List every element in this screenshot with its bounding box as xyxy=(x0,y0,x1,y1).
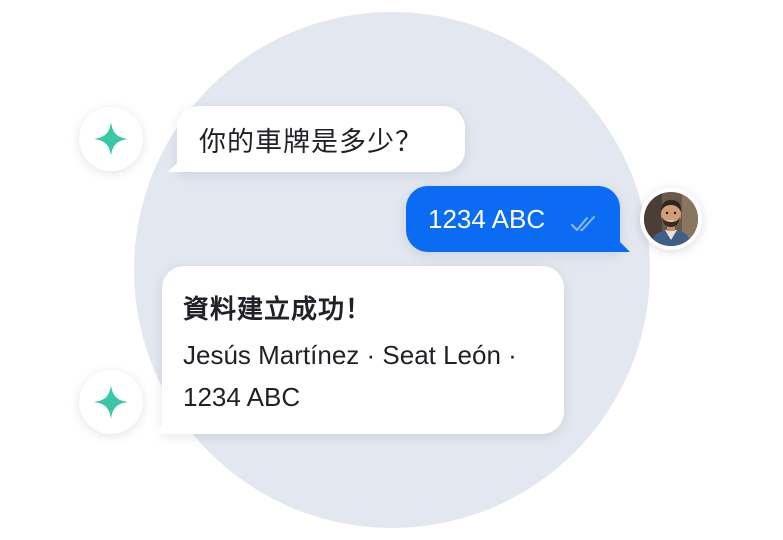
double-check-icon xyxy=(570,214,602,234)
chat-illustration: 你的車牌是多少？ 1234 ABC 資料建立成功！ Jesús Martínez… xyxy=(0,0,783,540)
answer-text: 1234 ABC xyxy=(428,203,546,234)
bubble-tail xyxy=(153,418,169,434)
question-text: 你的車牌是多少？ xyxy=(199,126,423,157)
sparkle-icon xyxy=(94,385,128,419)
bot-avatar xyxy=(79,370,143,434)
confirmation-details: Jesús Martínez · Seat León · 1234 ABC xyxy=(183,340,517,412)
bot-avatar xyxy=(79,107,143,171)
sparkle-icon xyxy=(94,122,128,156)
user-avatar xyxy=(640,188,702,250)
user-answer-bubble: 1234 ABC xyxy=(406,186,630,252)
bot-question-bubble: 你的車牌是多少？ xyxy=(168,106,465,172)
user-photo xyxy=(644,192,698,246)
bot-confirmation-bubble: 資料建立成功！ Jesús Martínez · Seat León · 123… xyxy=(153,266,564,434)
bubble-tail xyxy=(168,156,184,172)
confirmation-title: 資料建立成功！ xyxy=(183,294,373,324)
bubble-tail xyxy=(614,236,630,252)
